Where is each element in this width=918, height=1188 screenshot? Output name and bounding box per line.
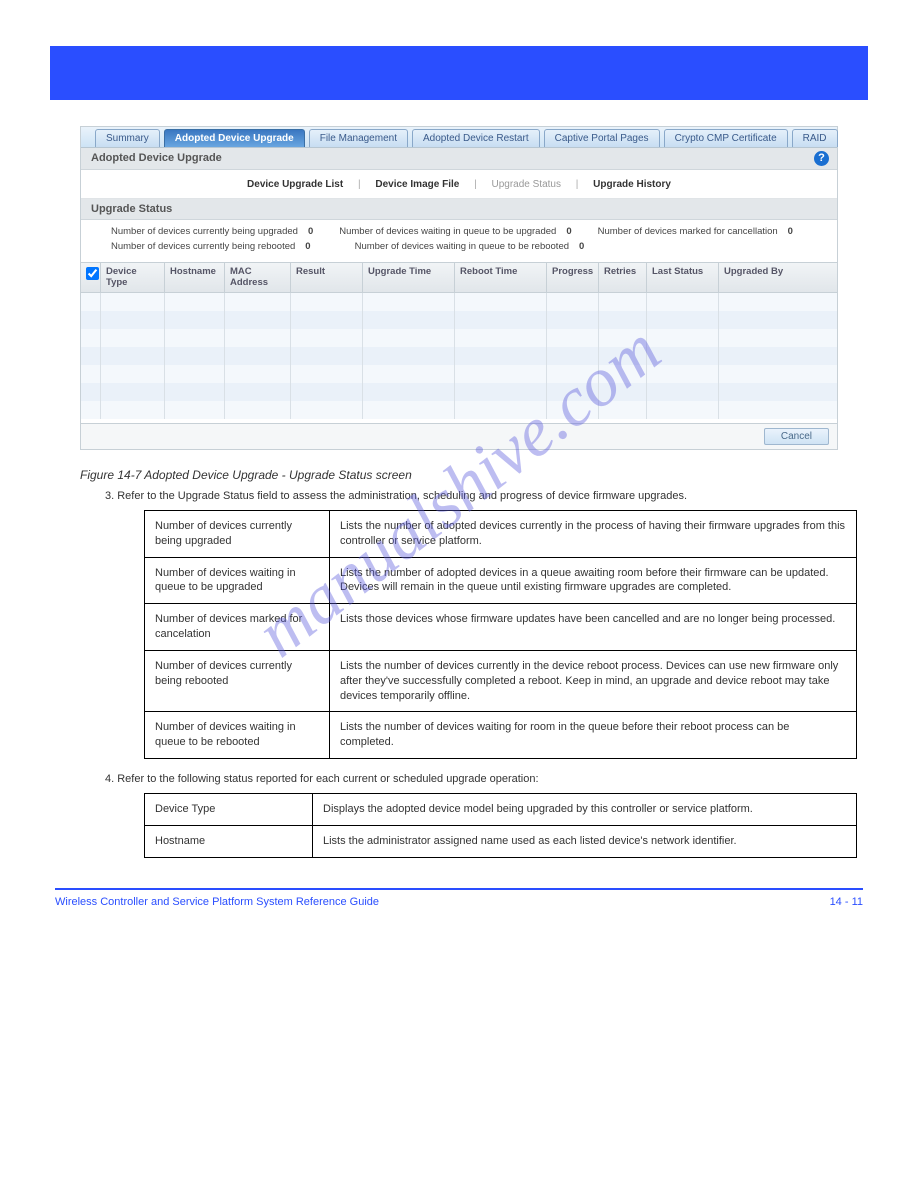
subtab-upgrade-status[interactable]: Upgrade Status	[485, 179, 567, 190]
footer-left: Wireless Controller and Service Platform…	[55, 896, 379, 908]
col-last-status[interactable]: Last Status	[647, 263, 719, 292]
stat-queue-upgrade-value: 0	[566, 226, 571, 237]
ft1-v3: Lists the number of devices currently in…	[330, 650, 857, 712]
ft2-k0: Device Type	[145, 794, 313, 826]
help-icon[interactable]: ?	[814, 151, 829, 166]
panel-title: Adopted Device Upgrade ?	[81, 148, 837, 170]
sub-tab-bar: Device Upgrade List | Device Image File …	[81, 170, 837, 199]
ft1-v0: Lists the number of adopted devices curr…	[330, 510, 857, 557]
table-row	[81, 329, 837, 347]
col-mac[interactable]: MAC Address	[225, 263, 291, 292]
ft1-v1: Lists the number of adopted devices in a…	[330, 557, 857, 604]
stat-cancel-value: 0	[788, 226, 793, 237]
table-row	[81, 311, 837, 329]
footer-rule	[55, 888, 863, 890]
tab-adopted-device-restart[interactable]: Adopted Device Restart	[412, 129, 540, 147]
col-upgrade-time[interactable]: Upgrade Time	[363, 263, 455, 292]
ft1-k0: Number of devices currently being upgrad…	[145, 510, 330, 557]
stat-upgrading-label: Number of devices currently being upgrad…	[111, 226, 298, 237]
table-row	[81, 293, 837, 311]
tab-summary[interactable]: Summary	[95, 129, 160, 147]
table-row	[81, 383, 837, 401]
grid-header: Device Type Hostname MAC Address Result …	[81, 263, 837, 293]
col-upgraded-by[interactable]: Upgraded By	[719, 263, 837, 292]
ft2-v1: Lists the administrator assigned name us…	[313, 825, 857, 857]
col-hostname[interactable]: Hostname	[165, 263, 225, 292]
table-row	[81, 401, 837, 419]
subtab-upgrade-history[interactable]: Upgrade History	[587, 179, 677, 190]
main-tab-bar: Summary Adopted Device Upgrade File Mana…	[81, 127, 837, 148]
panel-title-text: Adopted Device Upgrade	[91, 152, 222, 164]
subtab-device-upgrade-list[interactable]: Device Upgrade List	[241, 179, 349, 190]
status-grid: Device Type Hostname MAC Address Result …	[81, 262, 837, 423]
stat-rebooting-value: 0	[305, 241, 310, 252]
stat-queue-reboot-label: Number of devices waiting in queue to be…	[355, 241, 569, 252]
screenshot-panel: Summary Adopted Device Upgrade File Mana…	[80, 126, 838, 450]
stat-queue-reboot-value: 0	[579, 241, 584, 252]
select-all-checkbox[interactable]	[86, 267, 99, 280]
ft1-k1: Number of devices waiting in queue to be…	[145, 557, 330, 604]
stat-queue-upgrade-label: Number of devices waiting in queue to be…	[339, 226, 556, 237]
tab-captive-portal-pages[interactable]: Captive Portal Pages	[544, 129, 660, 147]
step-3-text: 3. Refer to the Upgrade Status field to …	[105, 490, 838, 502]
ft1-k2: Number of devices marked for cancelation	[145, 604, 330, 651]
tab-crypto-cmp-certificate[interactable]: Crypto CMP Certificate	[664, 129, 788, 147]
footer-right: 14 - 11	[830, 896, 863, 908]
ft1-v2: Lists those devices whose firmware updat…	[330, 604, 857, 651]
page-footer: Wireless Controller and Service Platform…	[55, 896, 863, 908]
panel-footer: Cancel	[81, 423, 837, 449]
col-device-type[interactable]: Device Type	[101, 263, 165, 292]
col-retries[interactable]: Retries	[599, 263, 647, 292]
col-result[interactable]: Result	[291, 263, 363, 292]
tab-adopted-device-upgrade[interactable]: Adopted Device Upgrade	[164, 129, 305, 147]
col-progress[interactable]: Progress	[547, 263, 599, 292]
table-row	[81, 365, 837, 383]
table-row	[81, 347, 837, 365]
stat-rebooting-label: Number of devices currently being reboot…	[111, 241, 295, 252]
ft2-v0: Displays the adopted device model being …	[313, 794, 857, 826]
grid-body	[81, 293, 837, 423]
section-title: Upgrade Status	[81, 199, 837, 220]
doc-header-banner	[50, 46, 868, 100]
figure-caption: Figure 14-7 Adopted Device Upgrade - Upg…	[80, 468, 838, 482]
ft2-k1: Hostname	[145, 825, 313, 857]
field-table-2: Device TypeDisplays the adopted device m…	[144, 793, 857, 858]
step-4-text: 4. Refer to the following status reporte…	[105, 773, 838, 785]
field-table-1: Number of devices currently being upgrad…	[144, 510, 857, 759]
stat-cancel-label: Number of devices marked for cancellatio…	[598, 226, 778, 237]
stats-row-2: Number of devices currently being reboot…	[81, 241, 837, 262]
col-reboot-time[interactable]: Reboot Time	[455, 263, 547, 292]
stat-upgrading-value: 0	[308, 226, 313, 237]
cancel-button[interactable]: Cancel	[764, 428, 829, 445]
ft1-v4: Lists the number of devices waiting for …	[330, 712, 857, 759]
stats-row-1: Number of devices currently being upgrad…	[81, 220, 837, 241]
subtab-device-image-file[interactable]: Device Image File	[369, 179, 465, 190]
ft1-k4: Number of devices waiting in queue to be…	[145, 712, 330, 759]
tab-raid[interactable]: RAID	[792, 129, 838, 147]
ft1-k3: Number of devices currently being reboot…	[145, 650, 330, 712]
tab-file-management[interactable]: File Management	[309, 129, 408, 147]
